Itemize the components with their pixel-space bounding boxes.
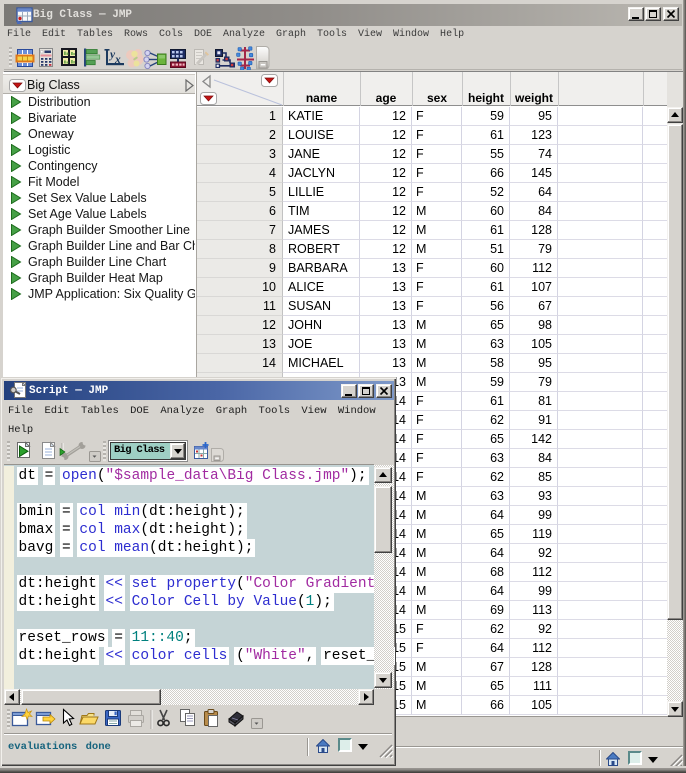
svg-text:x: x — [114, 54, 121, 66]
